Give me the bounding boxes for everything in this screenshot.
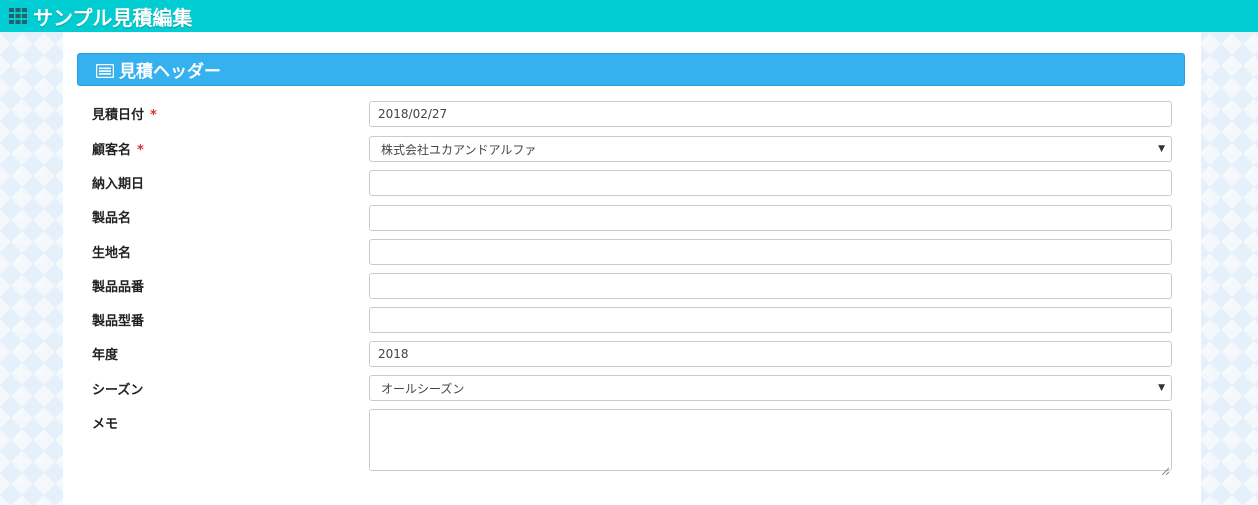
season-select[interactable]: オールシーズン ▼ xyxy=(369,375,1172,401)
product-number-label: 製品品番 xyxy=(92,280,145,295)
estimate-date-label-text: 見積日付 xyxy=(92,108,145,123)
chevron-down-icon: ▼ xyxy=(1158,144,1165,154)
app-title: サンプル見積編集 xyxy=(33,5,193,30)
product-name-label: 製品名 xyxy=(92,211,132,226)
customer-select[interactable]: 株式会社ユカアンドアルファ ▼ xyxy=(369,136,1172,162)
panel-title: 見積ヘッダー xyxy=(119,62,221,82)
required-mark: * xyxy=(150,108,157,123)
chevron-down-icon: ▼ xyxy=(1158,383,1165,393)
customer-label-text: 顧客名 xyxy=(92,143,132,158)
grid-menu-icon[interactable] xyxy=(9,8,27,24)
list-icon xyxy=(95,63,115,78)
memo-textarea[interactable] xyxy=(369,409,1172,476)
customer-select-value: 株式会社ユカアンドアルファ xyxy=(381,142,537,157)
product-name-input[interactable] xyxy=(369,205,1172,231)
product-model-input[interactable] xyxy=(369,307,1172,333)
resize-grip-icon[interactable] xyxy=(1161,460,1170,476)
season-select-value: オールシーズン xyxy=(381,381,465,396)
fabric-name-label: 生地名 xyxy=(92,246,132,261)
panel-header: 見積ヘッダー xyxy=(77,53,1185,86)
product-model-label: 製品型番 xyxy=(92,314,145,329)
fabric-name-input[interactable] xyxy=(369,239,1172,265)
year-input[interactable]: 2018 xyxy=(369,341,1172,367)
memo-label: メモ xyxy=(92,417,119,432)
app-header: サンプル見積編集 xyxy=(0,0,1258,32)
delivery-date-label: 納入期日 xyxy=(92,177,145,192)
estimate-date-label: 見積日付 * xyxy=(92,104,157,123)
required-mark: * xyxy=(137,143,144,158)
delivery-date-input[interactable] xyxy=(369,170,1172,196)
year-label: 年度 xyxy=(92,348,119,363)
season-label: シーズン xyxy=(92,383,144,398)
customer-label: 顧客名 * xyxy=(92,139,144,158)
estimate-date-input[interactable]: 2018/02/27 xyxy=(369,101,1172,127)
product-number-input[interactable] xyxy=(369,273,1172,299)
